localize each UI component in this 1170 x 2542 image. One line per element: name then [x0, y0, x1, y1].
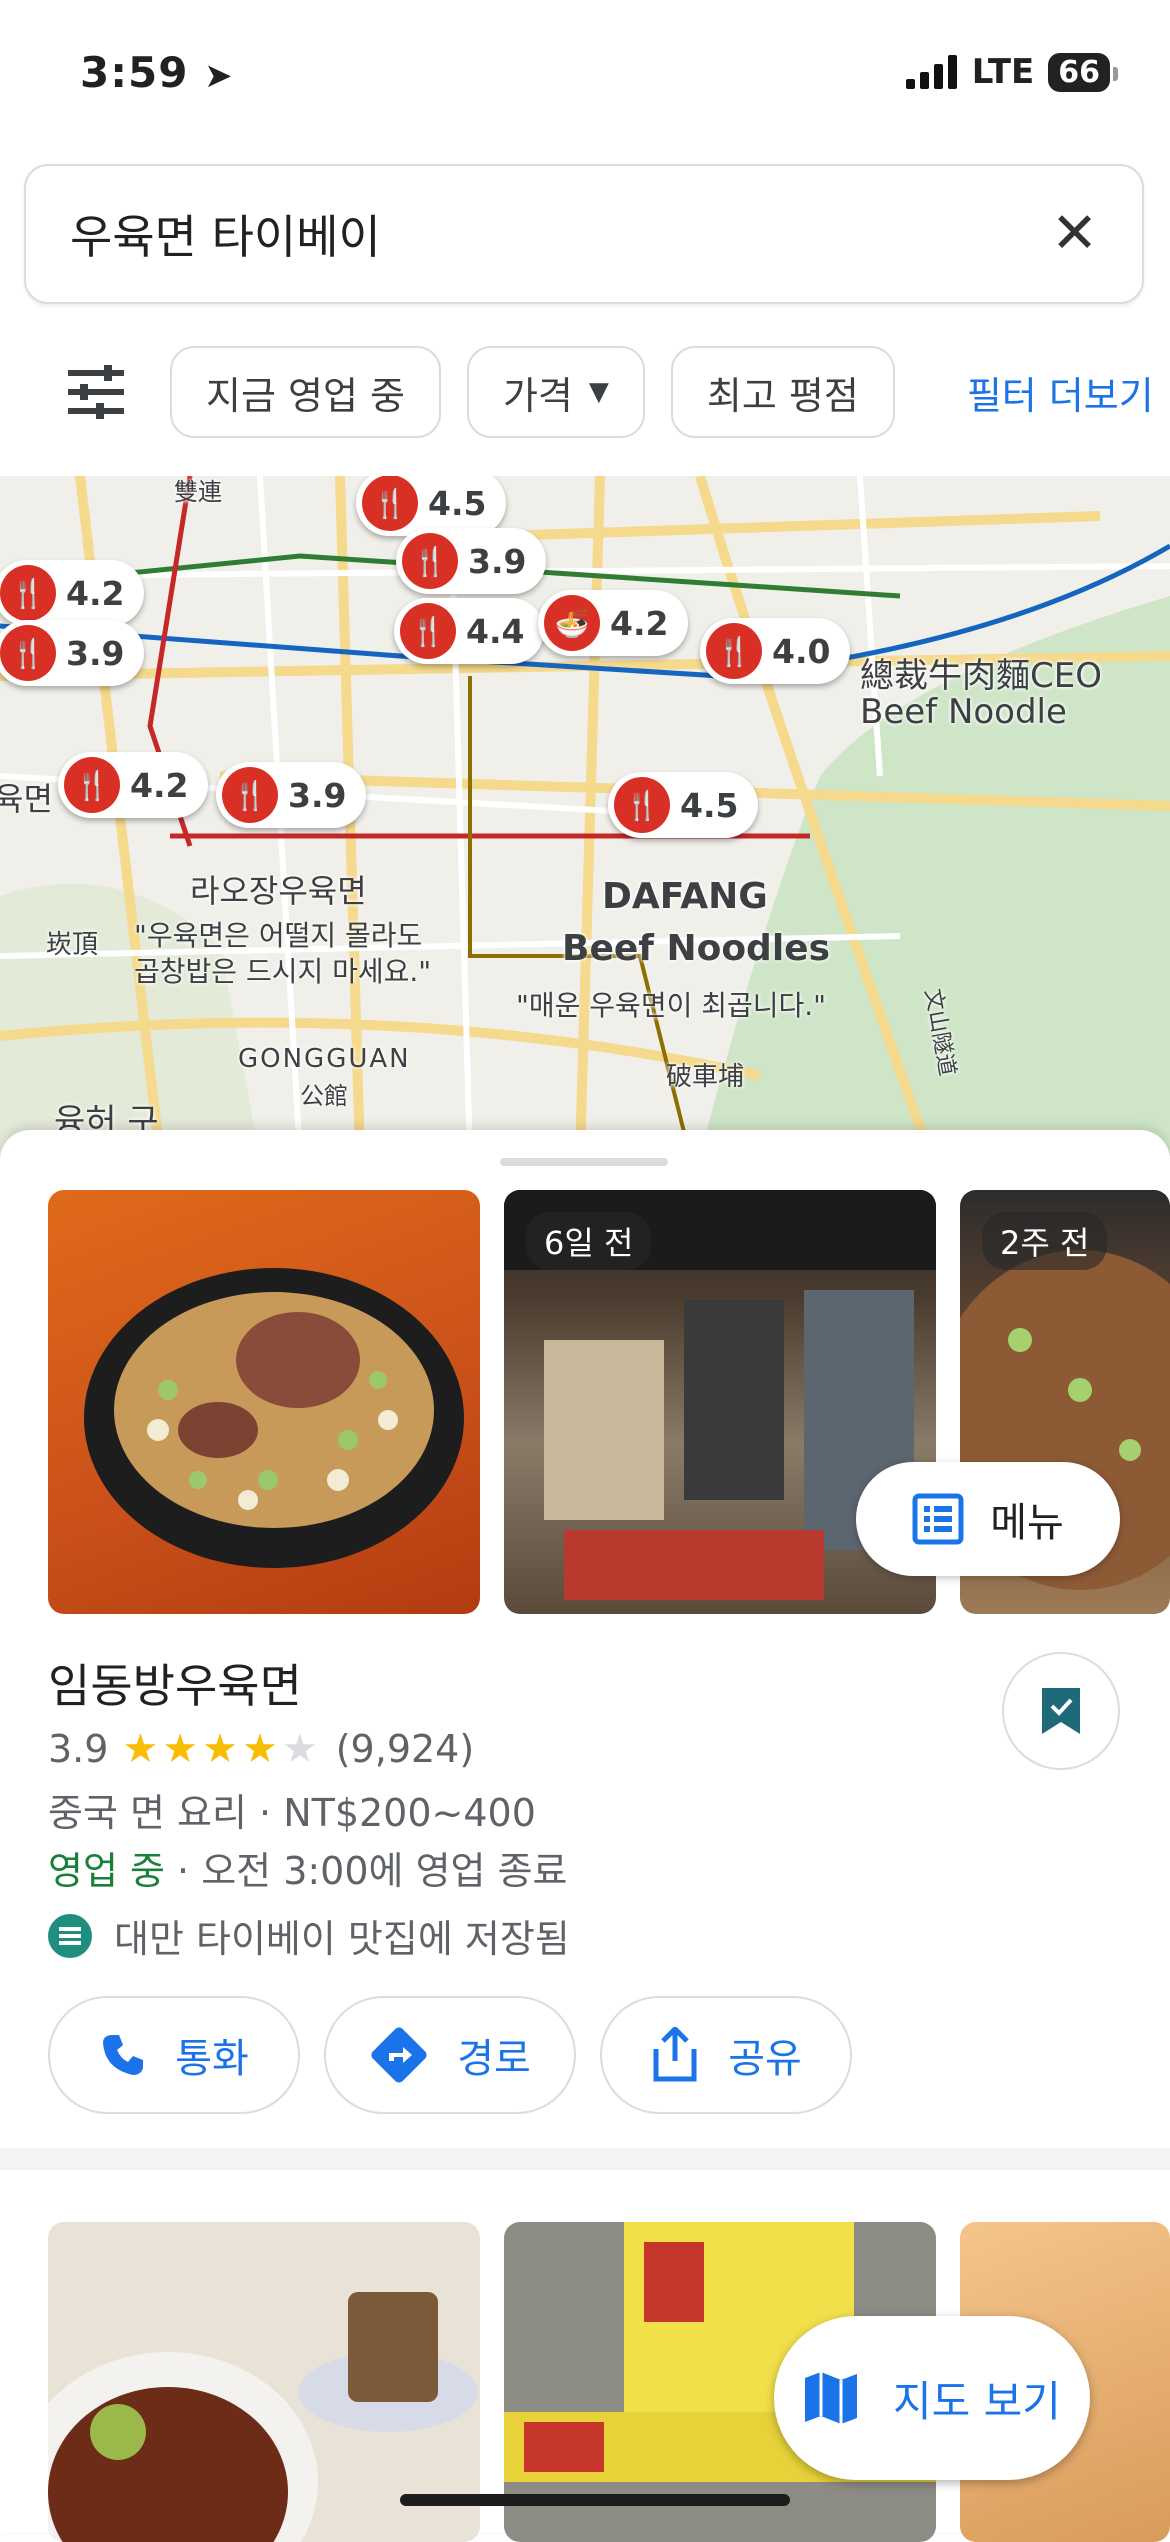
map-icon — [805, 2372, 858, 2424]
home-indicator — [400, 2494, 790, 2506]
fork-knife-icon: 🍴 — [402, 533, 458, 589]
filter-chips: 지금 영업 중 가격 ▼ 최고 평점 필터 더보기 — [0, 344, 1170, 440]
share-icon — [653, 2027, 697, 2082]
map-label-ceo-en: Beef Noodle — [860, 692, 1067, 732]
map-label-right: 破車埔 — [666, 1062, 745, 1092]
bookmark-check-icon — [1042, 1688, 1080, 1734]
rating-value: 3.9 — [48, 1727, 109, 1771]
closing-time: · 오전 3:00에 영업 종료 — [164, 1849, 568, 1893]
call-button[interactable]: 통화 — [48, 1996, 300, 2114]
map-pin[interactable]: 🍴 4.2 — [58, 752, 209, 818]
map-label-laojiang-quote: "우육면은 어떨지 몰라도 — [134, 919, 423, 952]
filter-settings-icon[interactable] — [48, 344, 144, 440]
status-time: 3:59 ➤ — [80, 48, 234, 97]
dropdown-arrow-icon: ▼ — [588, 377, 609, 407]
map-label-dafang-quote: "매운 우육면이 최곱니다." — [516, 989, 827, 1022]
directions-icon — [371, 2027, 427, 2083]
map-label-gongguan: GONGGUAN — [238, 1044, 411, 1074]
phone-icon — [103, 2035, 144, 2075]
signal-icon — [905, 55, 957, 89]
noodle-bowl-image — [84, 1268, 464, 1568]
map-view-button[interactable]: 지도 보기 — [774, 2316, 1090, 2480]
sheet-handle[interactable] — [500, 1158, 668, 1166]
save-button[interactable] — [1002, 1652, 1120, 1770]
map-label-laojiang-quote2: 곱창밥은 드시지 마세요." — [134, 955, 432, 988]
map-pin[interactable]: 🍴 4.0 — [700, 618, 851, 684]
rating-row[interactable]: 3.9 ★★★★★ (9,924) — [48, 1726, 474, 1772]
list-icon — [48, 1913, 92, 1958]
menu-button[interactable]: 메뉴 — [856, 1462, 1120, 1576]
category-price: 중국 면 요리 · NT$200~400 — [48, 1791, 536, 1835]
map-label-dafang-en: Beef Noodles — [562, 928, 831, 969]
map-pin[interactable]: 🍜 4.2 — [538, 590, 689, 656]
chip-more-filters[interactable]: 필터 더보기 — [921, 346, 1154, 438]
map-pin[interactable]: 🍴 4.4 — [394, 598, 545, 664]
fork-knife-icon: 🍴 — [222, 767, 278, 823]
place-photo-1[interactable] — [48, 1190, 480, 1614]
section-divider — [0, 2148, 1170, 2170]
photo-age-badge: 6일 전 — [526, 1212, 652, 1270]
noodle-icon: 🍜 — [544, 595, 600, 651]
saved-list-label: 대만 타이베이 맛집에 저장됨 — [114, 1917, 570, 1961]
map-pin[interactable]: 🍴 3.9 — [0, 620, 145, 686]
saved-list-row[interactable]: 대만 타이베이 맛집에 저장됨 — [48, 1908, 570, 1963]
map-label-left: 崁頂 — [46, 930, 99, 960]
chip-price[interactable]: 가격 ▼ — [466, 346, 645, 438]
review-count: (9,924) — [335, 1727, 475, 1771]
photo-age-badge: 2주 전 — [982, 1212, 1108, 1270]
hours-row: 영업 중 · 오전 3:00에 영업 종료 — [48, 1840, 568, 1895]
share-button[interactable]: 공유 — [600, 1996, 852, 2114]
chip-open-now[interactable]: 지금 영업 중 — [170, 346, 441, 438]
directions-button[interactable]: 경로 — [324, 1996, 576, 2114]
location-arrow-icon: ➤ — [204, 56, 234, 96]
fork-knife-icon: 🍴 — [0, 565, 56, 621]
open-status: 영업 중 — [48, 1849, 165, 1893]
map-label-laojiang: 라오장우육면 — [190, 872, 367, 910]
fork-knife-icon: 🍴 — [362, 476, 418, 531]
map-pin[interactable]: 🍴 4.5 — [608, 772, 759, 838]
map-pin[interactable]: 🍴 4.2 — [0, 560, 145, 626]
place-sheet: 6일 전 2주 전 메뉴 임동방우육면 3.9 ★★★★★ (9,924) 중국… — [0, 1130, 1170, 2542]
map-label-ceo: 總裁牛肉麵CEO — [860, 656, 1102, 696]
star-rating-icon: ★★★★★ — [122, 1726, 322, 1772]
search-bar[interactable]: 우육면 타이베이 ✕ — [24, 164, 1144, 304]
network-label: LTE — [971, 52, 1035, 92]
fork-knife-icon: 🍴 — [614, 777, 670, 833]
chip-top-rated[interactable]: 최고 평점 — [670, 346, 895, 438]
map-view[interactable]: 🍴 4.5 🍴 3.9 🍴 4.2 🍴 3.9 🍴 4.4 🍜 4.2 🍴 4.0 🍴 4.2 … — [0, 476, 1170, 1156]
map-label-left-edge: 육면 — [0, 780, 53, 818]
fork-knife-icon: 🍴 — [0, 625, 56, 681]
map-pin[interactable]: 🍴 3.9 — [216, 762, 367, 828]
map-pin[interactable]: 🍴 4.5 — [356, 476, 507, 536]
map-pin[interactable]: 🍴 3.9 — [396, 528, 547, 594]
menu-list-icon — [912, 1493, 964, 1545]
search-input[interactable]: 우육면 타이베이 — [70, 201, 1051, 267]
status-indicators: LTE 66 — [905, 52, 1118, 92]
map-label-gongguan-cn: 公館 — [300, 1082, 348, 1110]
fork-knife-icon: 🍴 — [706, 623, 762, 679]
fork-knife-icon: 🍴 — [400, 603, 456, 659]
fork-knife-icon: 🍴 — [64, 757, 120, 813]
close-icon[interactable]: ✕ — [1051, 206, 1098, 262]
map-label-dafang: DAFANG — [602, 876, 768, 917]
battery-icon: 66 — [1048, 52, 1118, 92]
map-label-top: 雙連 — [174, 478, 222, 506]
place-name[interactable]: 임동방우육면 — [48, 1650, 302, 1716]
